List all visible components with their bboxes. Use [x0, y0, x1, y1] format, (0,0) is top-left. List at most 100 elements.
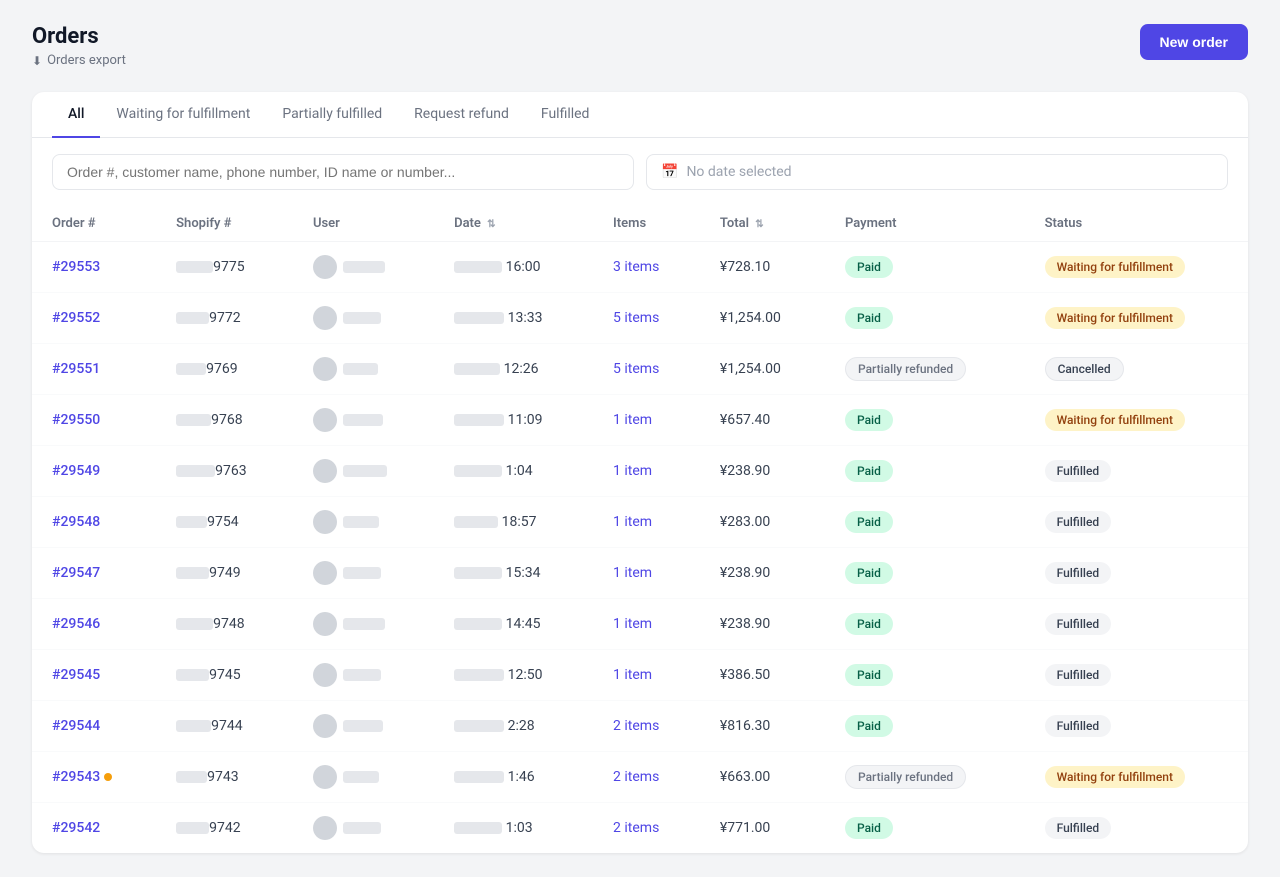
- table-row: #29552 9772 13:33 5 items ¥1,254.00 Paid…: [32, 293, 1248, 344]
- shopify-num: 9769: [156, 344, 293, 395]
- user-name-blur: [343, 618, 385, 630]
- items-cell: 1 item: [593, 650, 700, 701]
- payment-cell: Paid: [825, 446, 1025, 497]
- items-link[interactable]: 1 item: [613, 667, 652, 683]
- date-blur: [454, 363, 500, 375]
- search-input[interactable]: [52, 154, 634, 190]
- items-link[interactable]: 2 items: [613, 718, 659, 734]
- user-cell: [293, 293, 434, 344]
- blurred-shopify-prefix: [176, 669, 209, 681]
- items-cell: 1 item: [593, 446, 700, 497]
- items-link[interactable]: 1 item: [613, 412, 652, 428]
- blurred-shopify-prefix: [176, 516, 207, 528]
- table-row: #29546 9748 14:45 1 item ¥238.90 Paid Fu…: [32, 599, 1248, 650]
- payment-cell: Paid: [825, 599, 1025, 650]
- tab-all[interactable]: All: [52, 92, 100, 138]
- col-user: User: [293, 206, 434, 242]
- tab-partially[interactable]: Partially fulfilled: [266, 92, 398, 138]
- table-row: #29545 9745 12:50 1 item ¥386.50 Paid Fu…: [32, 650, 1248, 701]
- col-shopify: Shopify #: [156, 206, 293, 242]
- shopify-num: 9768: [156, 395, 293, 446]
- col-date[interactable]: Date ⇅: [434, 206, 593, 242]
- order-link[interactable]: #29551: [52, 361, 100, 377]
- payment-cell: Paid: [825, 497, 1025, 548]
- order-link[interactable]: #29553: [52, 259, 100, 275]
- shopify-num: 9745: [156, 650, 293, 701]
- items-link[interactable]: 3 items: [613, 259, 659, 275]
- tab-refund[interactable]: Request refund: [398, 92, 525, 138]
- items-link[interactable]: 1 item: [613, 463, 652, 479]
- order-link[interactable]: #29549: [52, 463, 100, 479]
- col-total[interactable]: Total ⇅: [700, 206, 825, 242]
- new-order-button[interactable]: New order: [1140, 24, 1248, 60]
- blurred-shopify-prefix: [176, 465, 215, 477]
- items-cell: 2 items: [593, 701, 700, 752]
- status-cell: Fulfilled: [1025, 650, 1248, 701]
- user-name-blur: [343, 822, 381, 834]
- items-link[interactable]: 5 items: [613, 310, 659, 326]
- order-link[interactable]: #29543: [52, 769, 100, 785]
- status-cell: Waiting for fulfillment: [1025, 395, 1248, 446]
- status-badge: Fulfilled: [1045, 664, 1112, 686]
- items-cell: 2 items: [593, 803, 700, 854]
- orders-table: Order # Shopify # User Date ⇅ Items Tota…: [32, 206, 1248, 853]
- col-items: Items: [593, 206, 700, 242]
- payment-cell: Paid: [825, 548, 1025, 599]
- tab-fulfilled[interactable]: Fulfilled: [525, 92, 606, 138]
- date-picker[interactable]: 📅 No date selected: [646, 154, 1228, 190]
- payment-cell: Paid: [825, 803, 1025, 854]
- order-link[interactable]: #29544: [52, 718, 100, 734]
- date-blur: [454, 771, 504, 783]
- user-avatar: [313, 255, 337, 279]
- user-cell: [293, 650, 434, 701]
- dot-icon: [104, 773, 112, 781]
- user-name-blur: [343, 771, 379, 783]
- status-cell: Fulfilled: [1025, 548, 1248, 599]
- order-link[interactable]: #29548: [52, 514, 100, 530]
- shopify-num: 9748: [156, 599, 293, 650]
- items-link[interactable]: 2 items: [613, 820, 659, 836]
- items-cell: 5 items: [593, 293, 700, 344]
- order-link[interactable]: #29545: [52, 667, 100, 683]
- status-badge: Fulfilled: [1045, 715, 1112, 737]
- calendar-icon: 📅: [661, 164, 678, 180]
- order-link[interactable]: #29550: [52, 412, 100, 428]
- total-cell: ¥657.40: [700, 395, 825, 446]
- user-name-blur: [343, 363, 378, 375]
- blurred-shopify-prefix: [176, 312, 209, 324]
- shopify-num: 9743: [156, 752, 293, 803]
- user-cell: [293, 344, 434, 395]
- table-row: #29553 9775 16:00 3 items ¥728.10 Paid W…: [32, 242, 1248, 293]
- tab-waiting[interactable]: Waiting for fulfillment: [100, 92, 266, 138]
- export-link[interactable]: ⬇ Orders export: [32, 53, 126, 68]
- table-row: #29550 9768 11:09 1 item ¥657.40 Paid Wa…: [32, 395, 1248, 446]
- order-link[interactable]: #29547: [52, 565, 100, 581]
- items-link[interactable]: 1 item: [613, 514, 652, 530]
- user-avatar: [313, 816, 337, 840]
- items-cell: 5 items: [593, 344, 700, 395]
- status-badge: Cancelled: [1045, 357, 1124, 381]
- items-cell: 2 items: [593, 752, 700, 803]
- order-link[interactable]: #29546: [52, 616, 100, 632]
- date-cell: 15:34: [434, 548, 593, 599]
- order-link[interactable]: #29542: [52, 820, 100, 836]
- items-link[interactable]: 5 items: [613, 361, 659, 377]
- date-cell: 13:33: [434, 293, 593, 344]
- items-link[interactable]: 1 item: [613, 565, 652, 581]
- order-link[interactable]: #29552: [52, 310, 100, 326]
- date-cell: 1:04: [434, 446, 593, 497]
- date-placeholder: No date selected: [686, 164, 791, 180]
- table-row: #29543 9743 1:46 2 items ¥663.00 Partial…: [32, 752, 1248, 803]
- payment-badge: Paid: [845, 256, 893, 278]
- status-badge: Waiting for fulfillment: [1045, 256, 1185, 278]
- total-cell: ¥663.00: [700, 752, 825, 803]
- items-link[interactable]: 1 item: [613, 616, 652, 632]
- blurred-shopify-prefix: [176, 618, 213, 630]
- user-cell: [293, 599, 434, 650]
- items-link[interactable]: 2 items: [613, 769, 659, 785]
- date-sort-icon: ⇅: [487, 219, 495, 230]
- user-name-blur: [343, 720, 383, 732]
- payment-badge: Paid: [845, 562, 893, 584]
- total-cell: ¥771.00: [700, 803, 825, 854]
- tabs-container: All Waiting for fulfillment Partially fu…: [32, 92, 1248, 138]
